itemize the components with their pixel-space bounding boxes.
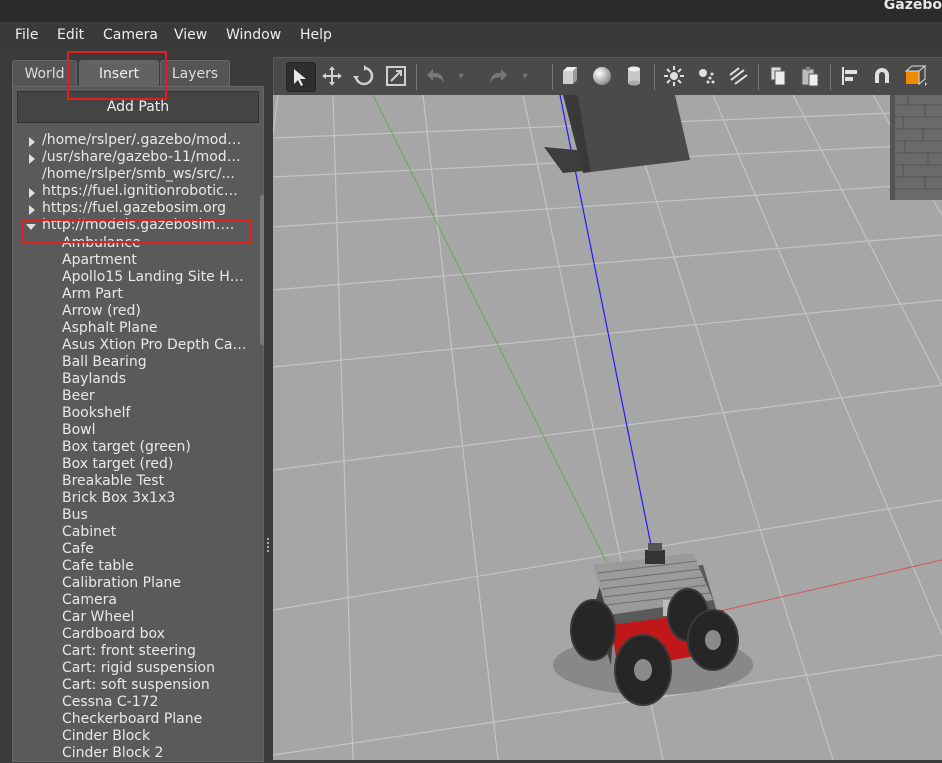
- model-item[interactable]: Checkerboard Plane: [62, 711, 248, 728]
- model-item[interactable]: Baylands: [62, 371, 248, 388]
- toolbar-separator: [830, 64, 831, 90]
- path-label: https://fuel.gazebosim.org: [42, 200, 227, 216]
- toolbar-separator: [758, 64, 759, 90]
- menu-bar: File Edit Camera View Window Help: [0, 22, 942, 50]
- path-item[interactable]: /home/rslper/.gazebo/models: [13, 133, 249, 150]
- path-item[interactable]: /home/rslper/smb_ws/src/...: [13, 166, 249, 184]
- model-item[interactable]: Breakable Test: [62, 473, 248, 490]
- sphere-icon[interactable]: [588, 62, 616, 90]
- expand-arrow-icon[interactable]: [29, 154, 35, 164]
- align-icon[interactable]: [836, 62, 864, 90]
- snap-icon[interactable]: [868, 62, 896, 90]
- model-item[interactable]: Cart: front steering: [62, 643, 248, 660]
- view-angle-icon[interactable]: [902, 62, 930, 90]
- translate-icon[interactable]: [318, 62, 346, 90]
- expand-arrow-icon[interactable]: [29, 188, 35, 198]
- model-item[interactable]: Brick Box 3x1x3: [62, 490, 248, 507]
- scene-canvas[interactable]: [273, 95, 942, 760]
- menu-edit[interactable]: Edit: [57, 27, 84, 43]
- path-item[interactable]: /usr/share/gazebo-11/models: [13, 149, 249, 167]
- path-item[interactable]: https://fuel.gazebosim.org: [13, 200, 249, 218]
- model-item[interactable]: Asus Xtion Pro Depth Camera: [62, 337, 248, 354]
- paste-icon[interactable]: [796, 62, 824, 90]
- splitter-grip-icon[interactable]: [267, 538, 271, 552]
- model-item[interactable]: Box target (green): [62, 439, 248, 456]
- path-label: /home/rslper/smb_ws/src/...: [42, 166, 235, 182]
- model-item[interactable]: Beer: [62, 388, 248, 405]
- model-item[interactable]: Car Wheel: [62, 609, 248, 626]
- toolbar-separator: [654, 64, 655, 90]
- expand-arrow-icon[interactable]: [29, 205, 35, 215]
- toolbar-separator: [416, 64, 417, 90]
- undo-icon[interactable]: [422, 62, 450, 90]
- cylinder-icon[interactable]: [620, 62, 648, 90]
- redo-dropdown-icon[interactable]: ▾: [518, 62, 532, 90]
- brick-wall: [890, 95, 942, 200]
- menu-help[interactable]: Help: [300, 27, 332, 43]
- model-item[interactable]: Asphalt Plane: [62, 320, 248, 337]
- model-item[interactable]: Calibration Plane: [62, 575, 248, 592]
- toolbar: ▾ ▾: [273, 57, 942, 97]
- panel-splitter[interactable]: [264, 50, 272, 760]
- rotate-icon[interactable]: [350, 62, 378, 90]
- highlight-insert-tab: [67, 51, 167, 100]
- model-item[interactable]: Cart: rigid suspension: [62, 660, 248, 677]
- highlight-models-path: [22, 219, 252, 243]
- menu-view[interactable]: View: [174, 27, 207, 43]
- point-light-icon[interactable]: [660, 62, 688, 90]
- model-item[interactable]: Bus: [62, 507, 248, 524]
- model-item[interactable]: Cessna C-172: [62, 694, 248, 711]
- path-label: /home/rslper/.gazebo/models: [42, 133, 242, 148]
- model-item[interactable]: Bookshelf: [62, 405, 248, 422]
- model-item[interactable]: Cinder Block 2: [62, 745, 248, 762]
- model-item[interactable]: Arrow (red): [62, 303, 248, 320]
- model-item[interactable]: Cart: soft suspension: [62, 677, 248, 694]
- model-item[interactable]: Cinder Block: [62, 728, 248, 745]
- model-item[interactable]: Arm Part: [62, 286, 248, 303]
- model-item[interactable]: Apartment: [62, 252, 248, 269]
- model-item[interactable]: Apollo15 Landing Site Heightmap: [62, 269, 248, 286]
- model-item[interactable]: Cafe table: [62, 558, 248, 575]
- tab-layers[interactable]: Layers: [160, 60, 230, 87]
- select-icon[interactable]: [286, 62, 316, 92]
- window-title: Gazebo: [883, 0, 942, 13]
- model-item[interactable]: Box target (red): [62, 456, 248, 473]
- undo-dropdown-icon[interactable]: ▾: [454, 62, 468, 90]
- model-item[interactable]: Bowl: [62, 422, 248, 439]
- toolbar-separator: [552, 64, 553, 90]
- menu-file[interactable]: File: [15, 27, 38, 43]
- path-item[interactable]: https://fuel.ignitionrobotics.org: [13, 183, 249, 201]
- scale-icon[interactable]: [382, 62, 410, 90]
- model-item[interactable]: Camera: [62, 592, 248, 609]
- model-item[interactable]: Cardboard box: [62, 626, 248, 643]
- insert-panel: Add Path /home/rslper/.gazebo/models /us…: [12, 86, 267, 762]
- model-item[interactable]: Cabinet: [62, 524, 248, 541]
- model-item[interactable]: Cafe: [62, 541, 248, 558]
- box-icon[interactable]: [556, 62, 584, 90]
- menu-window[interactable]: Window: [226, 27, 281, 43]
- redo-icon[interactable]: [484, 62, 512, 90]
- expand-arrow-icon[interactable]: [29, 137, 35, 147]
- menu-camera[interactable]: Camera: [103, 27, 158, 43]
- model-item[interactable]: Ball Bearing: [62, 354, 248, 371]
- path-label: https://fuel.ignitionrobotics.org: [42, 183, 242, 199]
- spot-light-icon[interactable]: [692, 62, 720, 90]
- directional-light-icon[interactable]: [724, 62, 752, 90]
- title-bar: Gazebo: [0, 0, 942, 22]
- copy-icon[interactable]: [764, 62, 792, 90]
- scene-viewport[interactable]: [273, 95, 942, 760]
- left-panel: World Insert Layers Add Path /home/rslpe…: [0, 50, 273, 762]
- path-label: /usr/share/gazebo-11/models: [42, 149, 242, 165]
